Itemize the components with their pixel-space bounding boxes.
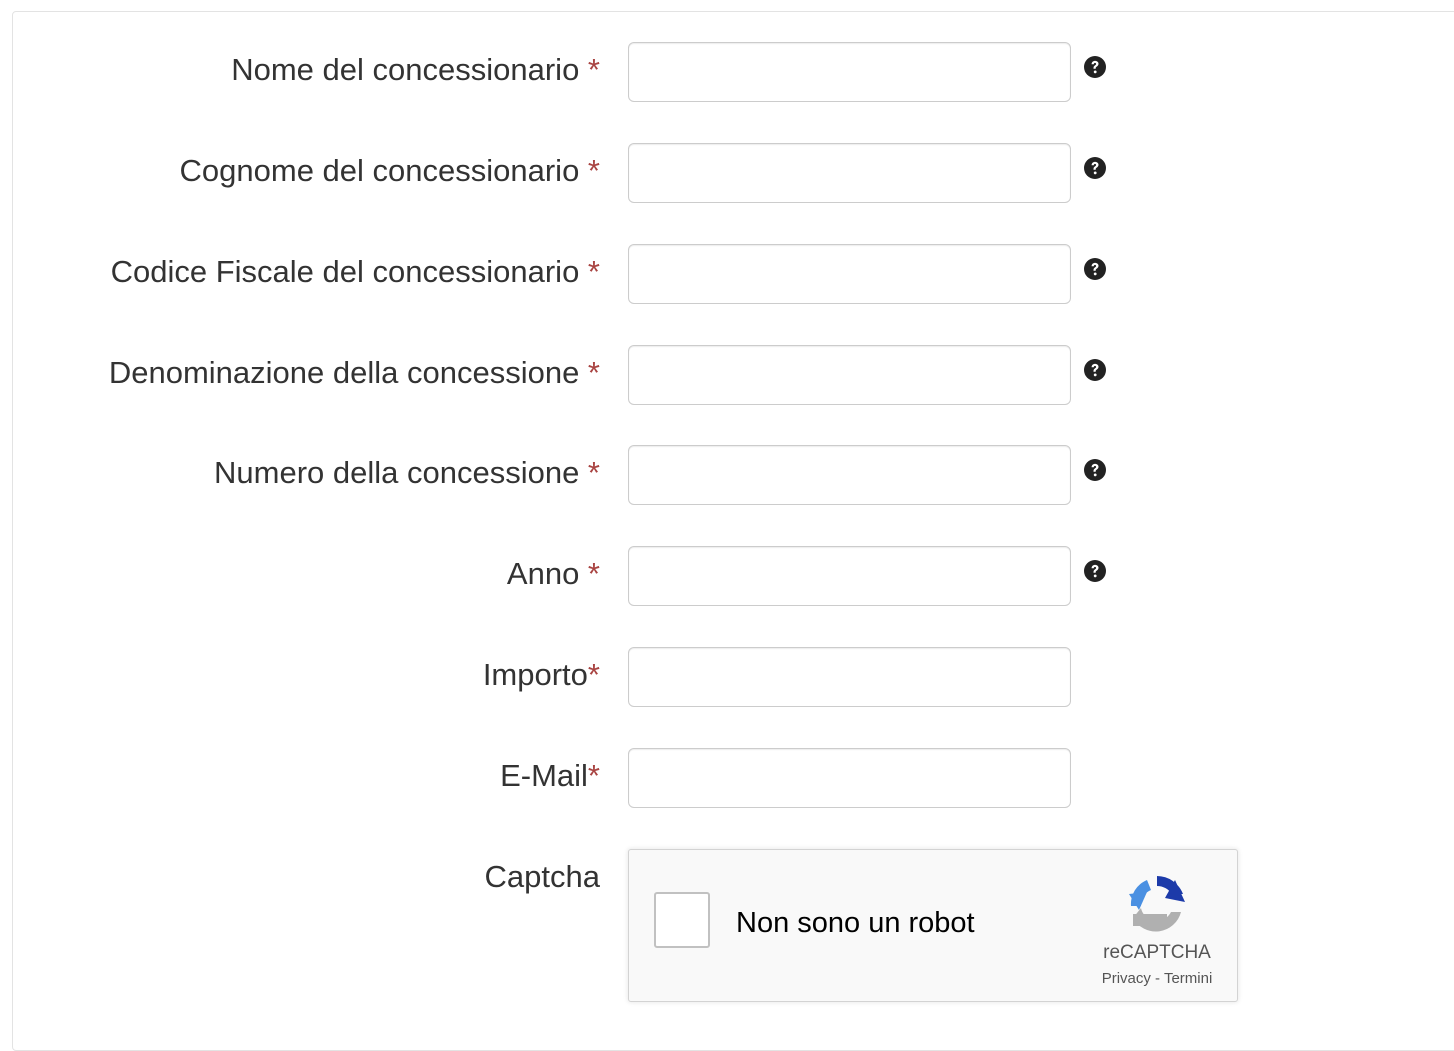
- nome-input[interactable]: [628, 42, 1071, 102]
- recaptcha-brand: reCAPTCHA: [1103, 942, 1211, 963]
- required-marker: *: [579, 556, 600, 591]
- email-label-text: E-Mail: [500, 758, 588, 793]
- cognome-label-text: Cognome del concessionario: [179, 153, 580, 188]
- recaptcha-checkbox-label: Non sono un robot: [736, 907, 975, 939]
- recaptcha-widget: Non sono un robot reCAPTCHA Privacy - Te…: [628, 849, 1238, 1002]
- importo-label-text: Importo: [482, 657, 588, 692]
- nome-label: Nome del concessionario *: [231, 52, 600, 88]
- question-circle-icon[interactable]: [1083, 257, 1107, 281]
- anno-input[interactable]: [628, 546, 1071, 606]
- denominazione-label-text: Denominazione della concessione: [108, 355, 580, 390]
- captcha-label: Captcha: [484, 859, 600, 894]
- importo-label: Importo*: [483, 657, 600, 693]
- form-row-email: E-Mail*: [0, 748, 1454, 808]
- form-row-denominazione: Denominazione della concessione *: [0, 345, 1454, 405]
- email-label: E-Mail*: [500, 758, 600, 794]
- anno-label-text: Anno: [506, 556, 580, 591]
- privacy-link[interactable]: Privacy: [1102, 970, 1151, 987]
- cognome-input[interactable]: [628, 143, 1071, 203]
- anno-label: Anno *: [507, 556, 600, 592]
- required-marker: *: [579, 52, 600, 87]
- nome-label-text: Nome del concessionario: [231, 52, 580, 87]
- codice-fiscale-label-text: Codice Fiscale del concessionario: [110, 254, 580, 289]
- terms-link[interactable]: Termini: [1164, 970, 1212, 987]
- link-separator: -: [1150, 970, 1164, 987]
- denominazione-input[interactable]: [628, 345, 1071, 405]
- form-row-nome: Nome del concessionario *: [0, 42, 1454, 102]
- codice-fiscale-input[interactable]: [628, 244, 1071, 304]
- numero-input[interactable]: [628, 445, 1071, 505]
- recaptcha-logo-icon: [1129, 876, 1185, 932]
- required-marker: *: [579, 254, 600, 289]
- required-marker: *: [579, 455, 600, 490]
- question-circle-icon[interactable]: [1083, 559, 1107, 583]
- cognome-label: Cognome del concessionario *: [180, 153, 600, 189]
- required-marker: *: [579, 355, 600, 390]
- required-marker: *: [587, 657, 600, 692]
- form-row-cognome: Cognome del concessionario *: [0, 143, 1454, 203]
- denominazione-label: Denominazione della concessione *: [109, 355, 600, 391]
- numero-label-text: Numero della concessione: [214, 455, 580, 490]
- question-circle-icon[interactable]: [1083, 458, 1107, 482]
- form-row-anno: Anno *: [0, 546, 1454, 606]
- recaptcha-links: Privacy - Termini: [1083, 970, 1231, 988]
- question-circle-icon[interactable]: [1083, 55, 1107, 79]
- recaptcha-checkbox[interactable]: [654, 892, 710, 948]
- required-marker: *: [579, 153, 600, 188]
- email-input[interactable]: [628, 748, 1071, 808]
- form-row-importo: Importo*: [0, 647, 1454, 707]
- form-row-numero: Numero della concessione *: [0, 445, 1454, 505]
- numero-label: Numero della concessione *: [214, 455, 600, 491]
- codice-fiscale-label: Codice Fiscale del concessionario *: [111, 254, 600, 290]
- required-marker: *: [587, 758, 600, 793]
- question-circle-icon[interactable]: [1083, 156, 1107, 180]
- form-row-codice-fiscale: Codice Fiscale del concessionario *: [0, 244, 1454, 304]
- question-circle-icon[interactable]: [1083, 358, 1107, 382]
- importo-input[interactable]: [628, 647, 1071, 707]
